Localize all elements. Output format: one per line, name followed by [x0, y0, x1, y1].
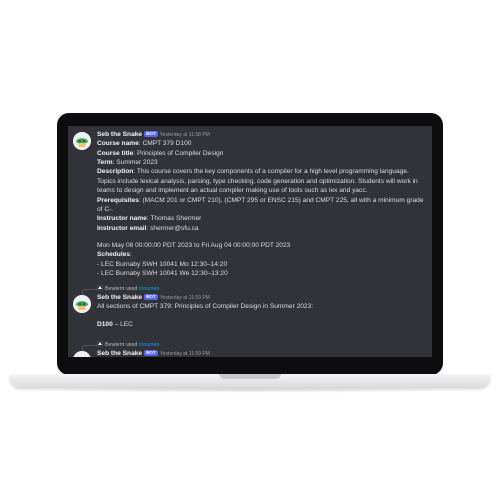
prerequisites-value: : (MACM 201 or CMPT 210), (CMPT 295 or E…	[97, 196, 424, 213]
sections-text: All sections of CMPT 379: Principles of …	[97, 303, 314, 311]
timestamp: Yesterday at 11:59 PM	[159, 351, 210, 357]
description-value: : This course covers the key components …	[97, 168, 418, 195]
message-content: Seb the Snake BOT Yesterday at 11:59 PM	[97, 349, 426, 357]
command-name[interactable]: /courses	[139, 286, 159, 292]
bot-tag: BOT	[144, 294, 158, 300]
message-header: Seb the Snake BOT Yesterday at 11:59 PM	[97, 349, 426, 357]
instructor-email-line: Instructor email: shermer@sfu.ca	[97, 224, 426, 233]
command-user[interactable]: Bewient	[105, 342, 124, 348]
instructor-name-label: Instructor name	[97, 215, 147, 223]
course-title-value: : Principles of Compiler Design	[133, 149, 224, 157]
timestamp: Yesterday at 11:58 PM	[159, 132, 210, 138]
section-item: D100 – LEC	[97, 320, 426, 329]
date-range: Mon May 08 00:00:00 PDT 2023 to Fri Aug …	[97, 241, 291, 249]
command-user[interactable]: Bewient	[105, 286, 124, 292]
schedules-colon: :	[129, 251, 132, 259]
timestamp: Yesterday at 11:59 PM	[159, 295, 210, 301]
author-name[interactable]: Seb the Snake	[97, 294, 142, 301]
description-line: Description: This course covers the key …	[97, 167, 426, 195]
instructor-name-line: Instructor name: Thomas Shermer	[97, 214, 426, 223]
laptop-base	[10, 374, 490, 387]
snake-icon	[73, 295, 91, 313]
command-used-text: used	[125, 286, 138, 292]
message-content: Seb the Snake BOT Yesterday at 11:58 PM Co…	[97, 130, 426, 278]
course-name-line: Course name: CMPT 379 D100	[97, 139, 426, 148]
course-name-label: Course name	[97, 140, 139, 148]
command-name[interactable]: /courses	[139, 342, 159, 348]
user-mini-avatar	[97, 341, 103, 347]
prerequisites-line: Prerequisites: (MACM 201 or CMPT 210), (…	[97, 196, 426, 215]
user-mini-avatar	[97, 285, 103, 291]
user-avatar-icon	[97, 341, 103, 347]
bot-tag: BOT	[144, 131, 158, 137]
schedules-line: Schedules:	[97, 250, 426, 259]
laptop-notch	[219, 374, 281, 379]
message-header: Seb the Snake BOT Yesterday at 11:59 PM	[97, 293, 426, 302]
schedule-item: - LEC Burnaby SWH 10041 Mo 12:30–14:20	[97, 260, 228, 268]
laptop-shadow	[18, 387, 482, 393]
user-avatar-icon	[97, 285, 103, 291]
snake-avatar[interactable]	[73, 132, 91, 150]
snake-icon	[73, 132, 91, 150]
schedules-label: Schedules	[97, 251, 130, 259]
message-content: Seb the Snake BOT Yesterday at 11:59 PM Al…	[97, 293, 426, 329]
message-header: Seb the Snake BOT Yesterday at 11:58 PM	[97, 130, 426, 139]
instructor-email-value: : shermer@sfu.ca	[146, 224, 199, 232]
term-line: Term: Summer 2023	[97, 158, 426, 167]
instructor-name-value: : Thomas Shermer	[146, 215, 202, 223]
author-name[interactable]: Seb the Snake	[97, 131, 142, 138]
section-code: D100	[97, 320, 113, 328]
term-value: : Summer 2023	[112, 159, 158, 167]
author-name[interactable]: Seb the Snake	[97, 350, 142, 357]
term-label: Term	[97, 159, 113, 167]
prerequisites-label: Prerequisites	[97, 196, 139, 204]
command-used-text: used	[125, 342, 138, 348]
chat-screen: Seb the Snake BOT Yesterday at 11:58 PM Co…	[68, 126, 432, 357]
section-type: – LEC	[112, 320, 133, 328]
description-label: Description	[97, 168, 134, 176]
course-name-value: : CMPT 379 D100	[138, 140, 192, 148]
bot-tag: BOT	[144, 350, 158, 356]
course-title-label: Course title	[97, 149, 134, 157]
instructor-email-label: Instructor email	[97, 224, 147, 232]
snake-avatar[interactable]	[73, 295, 91, 313]
schedule-item: - LEC Burnaby SWH 10041 We 12:30–13:20	[97, 270, 228, 278]
course-title-line: Course title: Principles of Compiler Des…	[97, 149, 426, 158]
